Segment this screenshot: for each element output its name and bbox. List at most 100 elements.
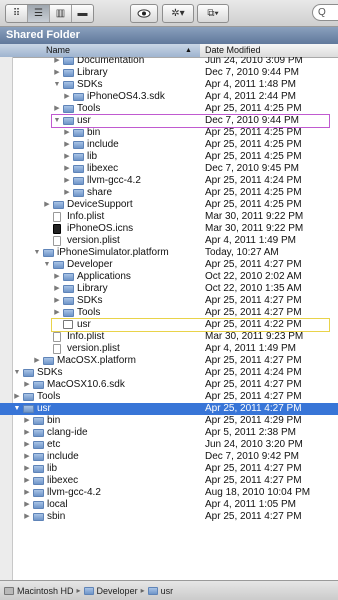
name-column-header[interactable]: Name ▲ xyxy=(0,44,200,57)
item-date-modified: Apr 25, 2011 4:22 PM xyxy=(205,319,302,330)
disclosure-collapsed-icon[interactable]: ▶ xyxy=(53,57,61,67)
disclosure-collapsed-icon[interactable]: ▶ xyxy=(23,427,31,439)
disclosure-collapsed-icon[interactable]: ▶ xyxy=(53,103,61,115)
item-name: sbin xyxy=(47,511,66,522)
list-item[interactable]: ▶ MacOSX10.6.sdk Apr 25, 2011 4:27 PM xyxy=(0,379,338,391)
disclosure-collapsed-icon[interactable]: ▶ xyxy=(53,67,61,79)
icon-view-button[interactable]: ⠿ xyxy=(6,5,28,22)
disclosure-expanded-icon[interactable]: ▼ xyxy=(53,115,61,127)
folder-icon xyxy=(33,489,44,497)
list-item[interactable]: ▶ clang-ide Apr 5, 2011 2:38 PM xyxy=(0,427,338,439)
disclosure-expanded-icon[interactable]: ▼ xyxy=(13,403,21,415)
disclosure-collapsed-icon[interactable]: ▶ xyxy=(53,271,61,283)
column-view-button[interactable]: ▥ xyxy=(50,5,72,22)
quick-look-button[interactable] xyxy=(130,4,158,23)
list-item[interactable]: ▶ etc Jun 24, 2010 3:20 PM xyxy=(0,439,338,451)
list-item[interactable]: ▶ share Apr 25, 2011 4:25 PM xyxy=(0,187,338,199)
list-item[interactable]: ▶ Tools Apr 25, 2011 4:25 PM xyxy=(0,103,338,115)
coverflow-view-button[interactable]: ▬ xyxy=(72,5,93,22)
list-item[interactable]: iPhoneOS.icns Mar 30, 2011 9:22 PM xyxy=(0,223,338,235)
folder-icon xyxy=(33,513,44,521)
list-item[interactable]: ▶ lib Apr 25, 2011 4:25 PM xyxy=(0,151,338,163)
list-item[interactable]: ▶ include Apr 25, 2011 4:25 PM xyxy=(0,139,338,151)
list-item[interactable]: ▶ sbin Apr 25, 2011 4:27 PM xyxy=(0,511,338,523)
disclosure-collapsed-icon[interactable]: ▶ xyxy=(53,307,61,319)
list-item[interactable]: ▼ usr Apr 25, 2011 4:27 PM xyxy=(0,403,338,415)
disclosure-collapsed-icon[interactable]: ▶ xyxy=(23,415,31,427)
disclosure-collapsed-icon[interactable]: ▶ xyxy=(33,355,41,367)
disclosure-collapsed-icon[interactable]: ▶ xyxy=(13,391,21,403)
list-item[interactable]: ▶ bin Apr 25, 2011 4:25 PM xyxy=(0,127,338,139)
item-date-modified: Apr 25, 2011 4:25 PM xyxy=(205,103,302,114)
disclosure-collapsed-icon[interactable]: ▶ xyxy=(63,127,71,139)
disclosure-collapsed-icon[interactable]: ▶ xyxy=(53,295,61,307)
list-item[interactable]: ▶ SDKs Apr 25, 2011 4:27 PM xyxy=(0,295,338,307)
disclosure-expanded-icon[interactable]: ▼ xyxy=(43,259,51,271)
list-item[interactable]: ▼ Developer Apr 25, 2011 4:27 PM xyxy=(0,259,338,271)
list-item[interactable]: ▶ Tools Apr 25, 2011 4:27 PM xyxy=(0,391,338,403)
hard-drive-icon xyxy=(4,586,14,595)
list-item[interactable]: Info.plist Mar 30, 2011 9:23 PM xyxy=(0,331,338,343)
list-item[interactable]: ▶ iPhoneOS4.3.sdk Apr 4, 2011 2:44 PM xyxy=(0,91,338,103)
list-item[interactable]: ▼ iPhoneSimulator.platform Today, 10:27 AM xyxy=(0,247,338,259)
list-view-button[interactable]: ☰ xyxy=(28,5,50,22)
list-item[interactable]: version.plist Apr 4, 2011 1:49 PM xyxy=(0,343,338,355)
disclosure-collapsed-icon[interactable]: ▶ xyxy=(23,487,31,499)
disclosure-expanded-icon[interactable]: ▼ xyxy=(13,367,21,379)
item-name: include xyxy=(87,139,119,150)
disclosure-collapsed-icon[interactable]: ▶ xyxy=(63,151,71,163)
document-icon xyxy=(53,236,61,246)
list-item[interactable]: version.plist Apr 4, 2011 1:49 PM xyxy=(0,235,338,247)
list-item[interactable]: usr Apr 25, 2011 4:22 PM xyxy=(0,319,338,331)
path-segment[interactable]: Developer xyxy=(83,586,138,596)
disclosure-expanded-icon[interactable]: ▼ xyxy=(33,247,41,259)
list-item[interactable]: ▶ DeviceSupport Apr 25, 2011 4:25 PM xyxy=(0,199,338,211)
disclosure-collapsed-icon[interactable]: ▶ xyxy=(43,199,51,211)
list-item[interactable]: ▶ lib Apr 25, 2011 4:27 PM xyxy=(0,463,338,475)
item-name: SDKs xyxy=(77,295,103,306)
disclosure-collapsed-icon[interactable]: ▶ xyxy=(23,451,31,463)
list-item[interactable]: ▶ MacOSX.platform Apr 25, 2011 4:27 PM xyxy=(0,355,338,367)
disclosure-collapsed-icon[interactable]: ▶ xyxy=(23,439,31,451)
list-item[interactable]: ▶ bin Apr 25, 2011 4:29 PM xyxy=(0,415,338,427)
list-item[interactable]: ▼ usr Dec 7, 2010 9:44 PM xyxy=(0,115,338,127)
list-item[interactable]: ▶ Applications Oct 22, 2010 2:02 AM xyxy=(0,271,338,283)
date-modified-column-header[interactable]: Date Modified xyxy=(205,44,261,57)
disclosure-collapsed-icon[interactable]: ▶ xyxy=(23,463,31,475)
item-date-modified: Apr 25, 2011 4:24 PM xyxy=(205,175,302,186)
action-menu-button[interactable]: ✲▾ xyxy=(162,4,194,23)
list-item[interactable]: ▶ libexec Dec 7, 2010 9:45 PM xyxy=(0,163,338,175)
disclosure-collapsed-icon[interactable]: ▶ xyxy=(23,499,31,511)
path-separator-icon: ▸ xyxy=(76,586,81,595)
disclosure-collapsed-icon[interactable]: ▶ xyxy=(63,139,71,151)
disclosure-collapsed-icon[interactable]: ▶ xyxy=(53,283,61,295)
list-item[interactable]: ▼ SDKs Apr 4, 2011 1:48 PM xyxy=(0,79,338,91)
list-item[interactable]: ▶ Library Oct 22, 2010 1:35 AM xyxy=(0,283,338,295)
path-segment[interactable]: usr xyxy=(147,586,173,596)
disclosure-collapsed-icon[interactable]: ▶ xyxy=(63,163,71,175)
list-item[interactable]: Info.plist Mar 30, 2011 9:22 PM xyxy=(0,211,338,223)
list-item[interactable]: ▶ include Dec 7, 2010 9:42 PM xyxy=(0,451,338,463)
sort-ascending-icon: ▲ xyxy=(185,47,192,54)
list-item[interactable]: ▶ llvm-gcc-4.2 Aug 18, 2010 10:04 PM xyxy=(0,487,338,499)
item-date-modified: Apr 5, 2011 2:38 PM xyxy=(205,427,296,438)
list-item[interactable]: ▶ Library Dec 7, 2010 9:44 PM xyxy=(0,67,338,79)
disclosure-collapsed-icon[interactable]: ▶ xyxy=(23,511,31,523)
list-item[interactable]: ▶ Documentation Jun 24, 2010 3:09 PM xyxy=(0,57,338,67)
search-field[interactable]: Q xyxy=(312,4,338,21)
folder-icon xyxy=(147,586,158,595)
path-segment[interactable]: Macintosh HD xyxy=(4,586,74,596)
list-item[interactable]: ▼ SDKs Apr 25, 2011 4:24 PM xyxy=(0,367,338,379)
disclosure-collapsed-icon[interactable]: ▶ xyxy=(23,475,31,487)
disclosure-collapsed-icon[interactable]: ▶ xyxy=(63,175,71,187)
disclosure-collapsed-icon[interactable]: ▶ xyxy=(63,187,71,199)
list-item[interactable]: ▶ llvm-gcc-4.2 Apr 25, 2011 4:24 PM xyxy=(0,175,338,187)
disclosure-expanded-icon[interactable]: ▼ xyxy=(53,79,61,91)
disclosure-collapsed-icon[interactable]: ▶ xyxy=(63,91,71,103)
disclosure-collapsed-icon[interactable]: ▶ xyxy=(23,379,31,391)
list-item[interactable]: ▶ libexec Apr 25, 2011 4:27 PM xyxy=(0,475,338,487)
list-item[interactable]: ▶ Tools Apr 25, 2011 4:27 PM xyxy=(0,307,338,319)
path-segment-label: Macintosh HD xyxy=(17,585,74,596)
dropbox-menu-button[interactable]: ⧉▾ xyxy=(197,4,229,23)
list-item[interactable]: ▶ local Apr 4, 2011 1:05 PM xyxy=(0,499,338,511)
